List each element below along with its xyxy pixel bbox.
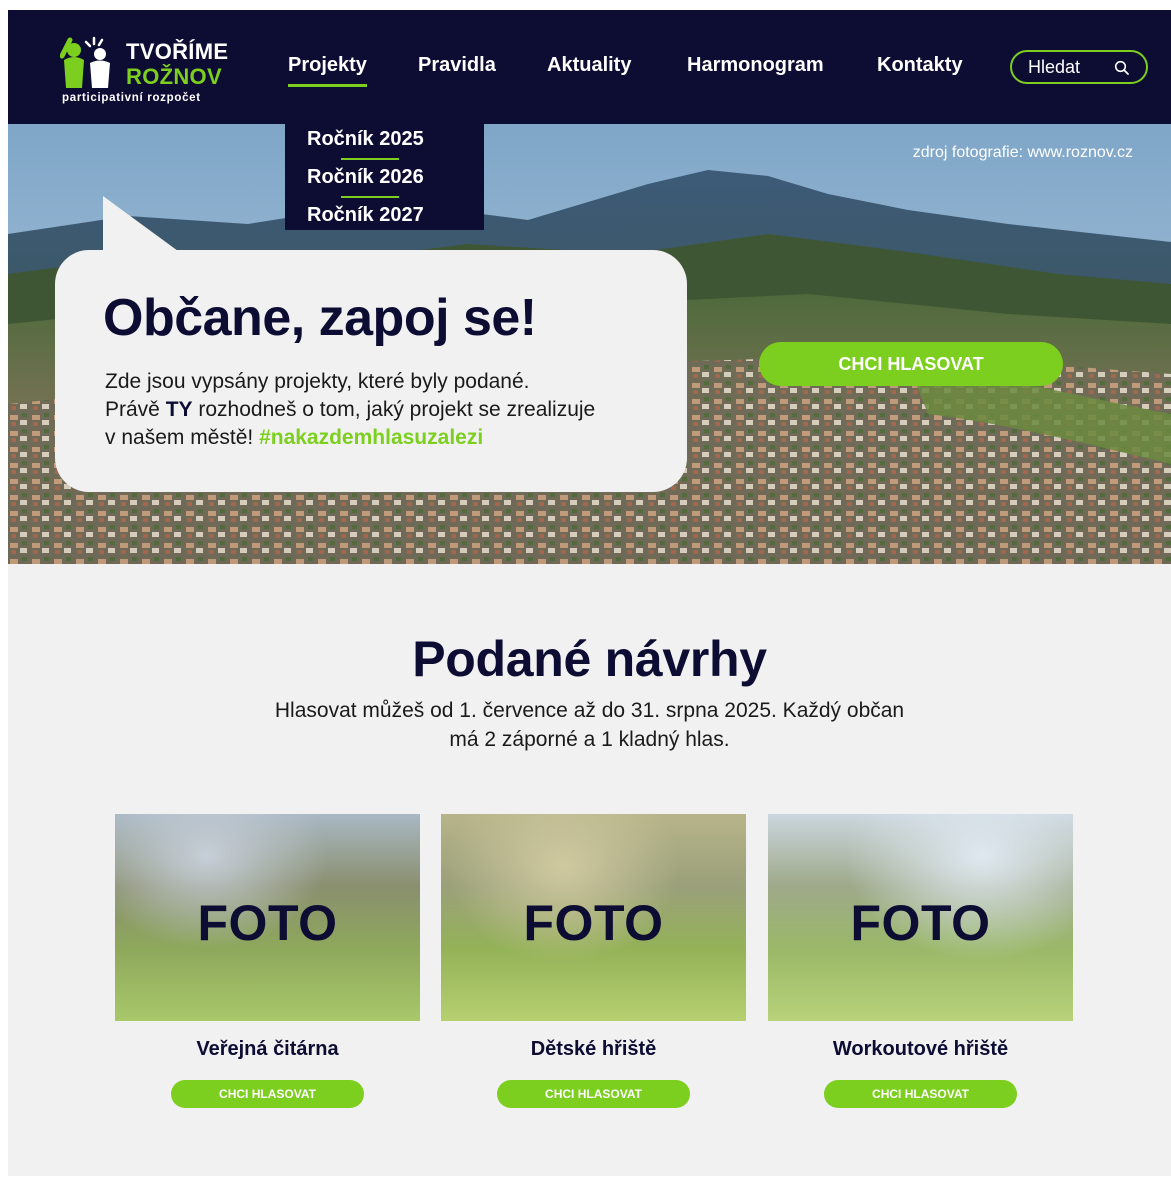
proposal-vote-button[interactable]: CHCI HLASOVAT	[824, 1080, 1017, 1108]
logo-title-line2: ROŽNOV	[126, 64, 222, 89]
photo-placeholder-label: FOTO	[197, 895, 338, 951]
hero-text-emphasis: TY	[165, 398, 193, 421]
hero-text-line2-suffix: rozhodneš o tom, jaký projekt se zrealiz…	[192, 398, 596, 421]
intro-speech-bubble: Občane, zapoj se! Zde jsou vypsány proje…	[55, 250, 687, 492]
proposals-text-line1: Hlasovat můžeš od 1. července až do 31. …	[274, 699, 905, 722]
hero-vote-button[interactable]: CHCI HLASOVAT	[759, 342, 1063, 386]
dropdown-divider	[341, 158, 399, 160]
hero-text-line1: Zde jsou vypsány projekty, které byly po…	[105, 370, 530, 393]
nav-item-pravidla[interactable]: Pravidla	[418, 54, 496, 77]
proposals-text-line2: má 2 záporné a 1 kladný hlas.	[449, 728, 730, 751]
proposal-title: Dětské hřiště	[530, 1038, 657, 1060]
logo-title-line1: TVOŘÍME	[126, 39, 229, 64]
proposal-vote-button[interactable]: CHCI HLASOVAT	[497, 1080, 690, 1108]
site-logo[interactable]: TVOŘÍME ROŽNOV participativní rozpočet	[60, 36, 240, 108]
photo-credit: zdroj fotografie: www.roznov.cz	[912, 144, 1133, 161]
proposal-card: FOTO Workoutové hřiště CHCI HLASOVAT	[768, 814, 1073, 1114]
nav-item-projekty[interactable]: Projekty	[288, 54, 367, 87]
proposals-title: Podané návrhy	[412, 631, 767, 687]
hero-description: Zde jsou vypsány projekty, které byly po…	[105, 368, 685, 452]
nav-item-harmonogram[interactable]: Harmonogram	[687, 54, 824, 77]
dropdown-item-2027[interactable]: Ročník 2027	[307, 204, 424, 227]
logo-people-icon	[60, 36, 110, 88]
site-header: TVOŘÍME ROŽNOV participativní rozpočet P…	[8, 10, 1171, 124]
proposals-description: Hlasovat můžeš od 1. července až do 31. …	[208, 696, 971, 754]
hero-text-line3-prefix: v našem městě!	[105, 426, 260, 449]
proposal-vote-button[interactable]: CHCI HLASOVAT	[171, 1080, 364, 1108]
projekty-dropdown-menu: Ročník 2025 Ročník 2026 Ročník 2027	[285, 124, 484, 230]
hero-text-line2-prefix: Právě	[105, 398, 166, 421]
nav-item-kontakty[interactable]: Kontakty	[877, 54, 963, 77]
logo-subtitle: participativní rozpočet	[62, 92, 201, 104]
dropdown-item-2025[interactable]: Ročník 2025	[307, 128, 424, 151]
search-input[interactable]	[1028, 57, 1118, 77]
photo-placeholder-label: FOTO	[523, 895, 664, 951]
proposal-title: Workoutové hřiště	[832, 1038, 1009, 1060]
dropdown-item-2026[interactable]: Ročník 2026	[307, 166, 424, 189]
proposal-photo-placeholder[interactable]: FOTO	[768, 814, 1073, 1021]
proposal-card: FOTO Veřejná čitárna CHCI HLASOVAT	[115, 814, 420, 1114]
dropdown-divider	[341, 196, 399, 198]
hero-title: Občane, zapoj se!	[103, 289, 537, 347]
page-frame: zdroj fotografie: www.roznov.cz Občane, …	[8, 10, 1171, 1176]
nav-item-aktuality[interactable]: Aktuality	[547, 54, 631, 77]
photo-placeholder-label: FOTO	[850, 895, 991, 951]
search-icon[interactable]	[1114, 60, 1130, 76]
hashtag-link[interactable]: #nakazdemhlasuzalezi	[259, 426, 483, 449]
proposal-title: Veřejná čitárna	[196, 1038, 339, 1060]
search-box	[1010, 50, 1148, 84]
proposal-photo-placeholder[interactable]: FOTO	[115, 814, 420, 1021]
proposal-photo-placeholder[interactable]: FOTO	[441, 814, 746, 1021]
proposal-card: FOTO Dětské hřiště CHCI HLASOVAT	[441, 814, 746, 1114]
